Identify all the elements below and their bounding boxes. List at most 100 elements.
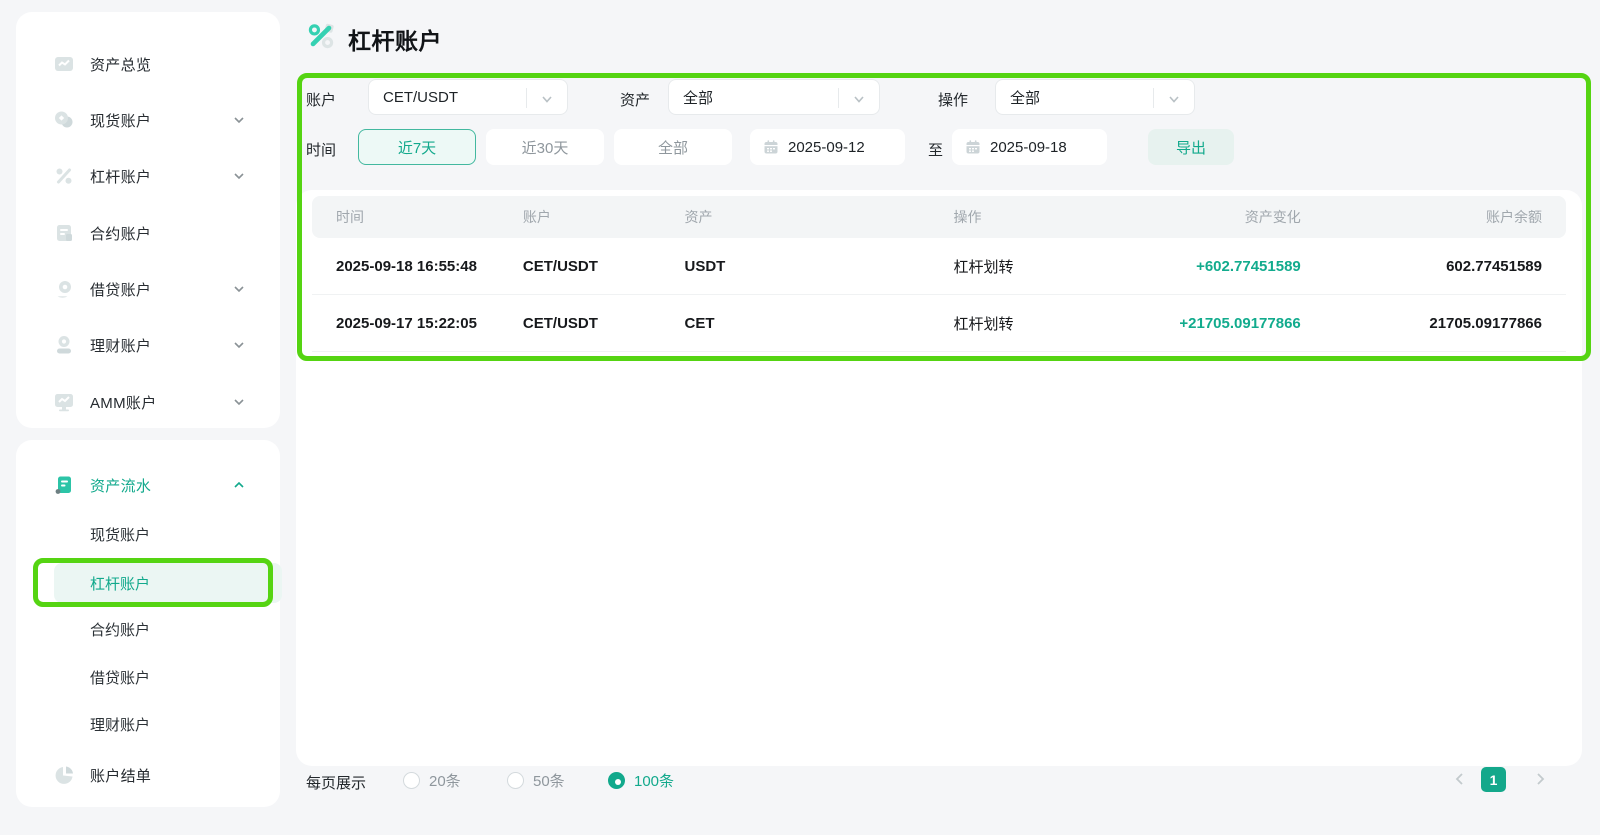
per-page-option-50[interactable]: 50条 <box>507 770 565 791</box>
cell-balance: 602.77451589 <box>1446 257 1542 275</box>
range-7d-button[interactable]: 近7天 <box>358 129 476 165</box>
column-header-account: 账户 <box>522 209 551 225</box>
table-header-row: 时间 账户 资产 操作 资产变化 账户余额 <box>312 196 1566 238</box>
select-separator <box>838 88 839 108</box>
sidebar-subitem-label: 合约账户 <box>90 621 151 639</box>
column-header-balance: 账户余额 <box>1486 209 1542 225</box>
date-to-input[interactable]: 2025-09-18 <box>952 129 1107 165</box>
sidebar-item-label: 借贷账户 <box>90 281 152 299</box>
radio-label: 100条 <box>634 773 675 790</box>
sidebar-subitem-spot-flow[interactable]: 现货账户 <box>16 514 280 554</box>
loan-icon <box>52 277 76 301</box>
sidebar-item-label: 账户结单 <box>90 767 152 785</box>
radio-label: 50条 <box>533 773 565 790</box>
per-page-option-100[interactable]: 100条 <box>608 770 674 791</box>
table-row: 2025-09-17 15:22:05 CET/USDT CET 杠杆划转 +2… <box>312 295 1566 352</box>
select-separator <box>1153 88 1154 108</box>
date-from-input[interactable]: 2025-09-12 <box>750 129 905 165</box>
chevron-left-icon[interactable] <box>1452 771 1468 787</box>
sidebar-item-label: 资产流水 <box>90 477 152 495</box>
sidebar-subitem-contract-flow[interactable]: 合约账户 <box>16 609 280 649</box>
sidebar-item-account-statement[interactable]: 账户结单 <box>16 755 280 795</box>
sidebar-subitem-label: 现货账户 <box>90 526 151 544</box>
sidebar-item-label: 资产总览 <box>90 56 152 74</box>
chevron-up-icon <box>232 478 246 492</box>
sidebar-item-contract-account[interactable]: 合约账户 <box>16 213 280 253</box>
coins-icon <box>52 108 76 132</box>
calendar-icon <box>965 139 981 155</box>
sidebar-subitem-label: 借贷账户 <box>90 669 151 687</box>
cell-operation: 杠杆划转 <box>953 258 1014 276</box>
sidebar-subitem-label: 理财账户 <box>90 716 151 734</box>
radio-icon <box>507 772 524 789</box>
chevron-down-icon <box>540 92 554 104</box>
chevron-down-icon <box>852 92 866 104</box>
radio-selected-icon <box>608 772 625 789</box>
sidebar-item-loan-account[interactable]: 借贷账户 <box>16 269 280 309</box>
chevron-right-icon[interactable] <box>1532 771 1548 787</box>
chevron-down-icon <box>232 338 246 352</box>
cell-account: CET/USDT <box>522 314 598 332</box>
cell-time: 2025-09-18 16:55:48 <box>336 257 477 275</box>
date-from-value: 2025-09-12 <box>788 138 865 156</box>
asset-select-value: 全部 <box>683 89 714 107</box>
cell-account: CET/USDT <box>522 257 598 275</box>
cell-time: 2025-09-17 15:22:05 <box>336 314 477 332</box>
sidebar-item-wealth-account[interactable]: 理财账户 <box>16 325 280 365</box>
chevron-down-icon <box>232 169 246 183</box>
cell-change: +602.77451589 <box>1196 257 1301 275</box>
chevron-down-icon <box>1167 92 1181 104</box>
sidebar-item-label: 理财账户 <box>90 337 152 355</box>
chevron-down-icon <box>232 113 246 127</box>
radio-label: 20条 <box>429 773 461 790</box>
date-to-value: 2025-09-18 <box>990 138 1067 156</box>
pie-chart-icon <box>52 763 76 787</box>
radio-icon <box>403 772 420 789</box>
date-to-label: 至 <box>928 142 944 159</box>
range-all-button[interactable]: 全部 <box>614 129 732 165</box>
column-header-change: 资产变化 <box>1244 209 1301 225</box>
export-button[interactable]: 导出 <box>1148 129 1234 165</box>
cell-change: +21705.09177866 <box>1179 314 1301 332</box>
cell-operation: 杠杆划转 <box>953 315 1014 333</box>
asset-select[interactable]: 全部 <box>668 79 880 115</box>
sidebar-item-label: AMM账户 <box>90 394 157 412</box>
sidebar-subitem-wealth-flow[interactable]: 理财账户 <box>16 704 280 744</box>
cell-asset: USDT <box>684 257 726 275</box>
sidebar-subitem-loan-flow[interactable]: 借贷账户 <box>16 657 280 697</box>
time-filter-label: 时间 <box>306 142 337 159</box>
sidebar-subitem-margin-flow[interactable]: 杠杆账户 <box>54 563 282 603</box>
overview-icon <box>52 52 76 76</box>
table-row: 2025-09-18 16:55:48 CET/USDT USDT 杠杆划转 +… <box>312 238 1566 295</box>
per-page-label: 每页展示 <box>306 775 367 792</box>
range-30d-button[interactable]: 近30天 <box>486 129 604 165</box>
sidebar-item-label: 合约账户 <box>90 225 152 243</box>
operation-select-value: 全部 <box>1010 89 1041 107</box>
sidebar-accounts-card: 资产总览 现货账户 杠杆账户 合约账户 借贷账户 理财账户 AMM账户 <box>16 12 280 428</box>
current-page-button[interactable]: 1 <box>1481 767 1506 792</box>
sidebar-item-asset-overview[interactable]: 资产总览 <box>16 44 280 84</box>
calendar-icon <box>763 139 779 155</box>
sidebar-item-spot-account[interactable]: 现货账户 <box>16 100 280 140</box>
sidebar-item-margin-account[interactable]: 杠杆账户 <box>16 156 280 196</box>
sidebar-item-asset-flow[interactable]: 资产流水 <box>16 465 280 505</box>
document-icon <box>52 221 76 245</box>
cell-asset: CET <box>684 314 715 332</box>
sidebar-item-label: 杠杆账户 <box>90 168 152 186</box>
chevron-down-icon <box>232 395 246 409</box>
sidebar-flow-card: 资产流水 现货账户 杠杆账户 合约账户 借贷账户 理财账户 账户结单 <box>16 440 282 807</box>
operation-select[interactable]: 全部 <box>995 79 1195 115</box>
column-header-operation: 操作 <box>953 209 982 225</box>
wealth-icon <box>52 333 76 357</box>
margin-percent-icon <box>306 21 336 51</box>
account-select[interactable]: CET/USDT <box>368 79 568 115</box>
monitor-chart-icon <box>52 390 76 414</box>
sidebar-subitem-label: 杠杆账户 <box>90 575 151 593</box>
column-header-asset: 资产 <box>684 209 713 225</box>
account-select-value: CET/USDT <box>383 88 458 106</box>
sidebar-item-amm-account[interactable]: AMM账户 <box>16 382 280 422</box>
percent-icon <box>52 164 76 188</box>
account-filter-label: 账户 <box>306 92 337 109</box>
page-title: 杠杆账户 <box>348 28 442 54</box>
per-page-option-20[interactable]: 20条 <box>403 770 461 791</box>
